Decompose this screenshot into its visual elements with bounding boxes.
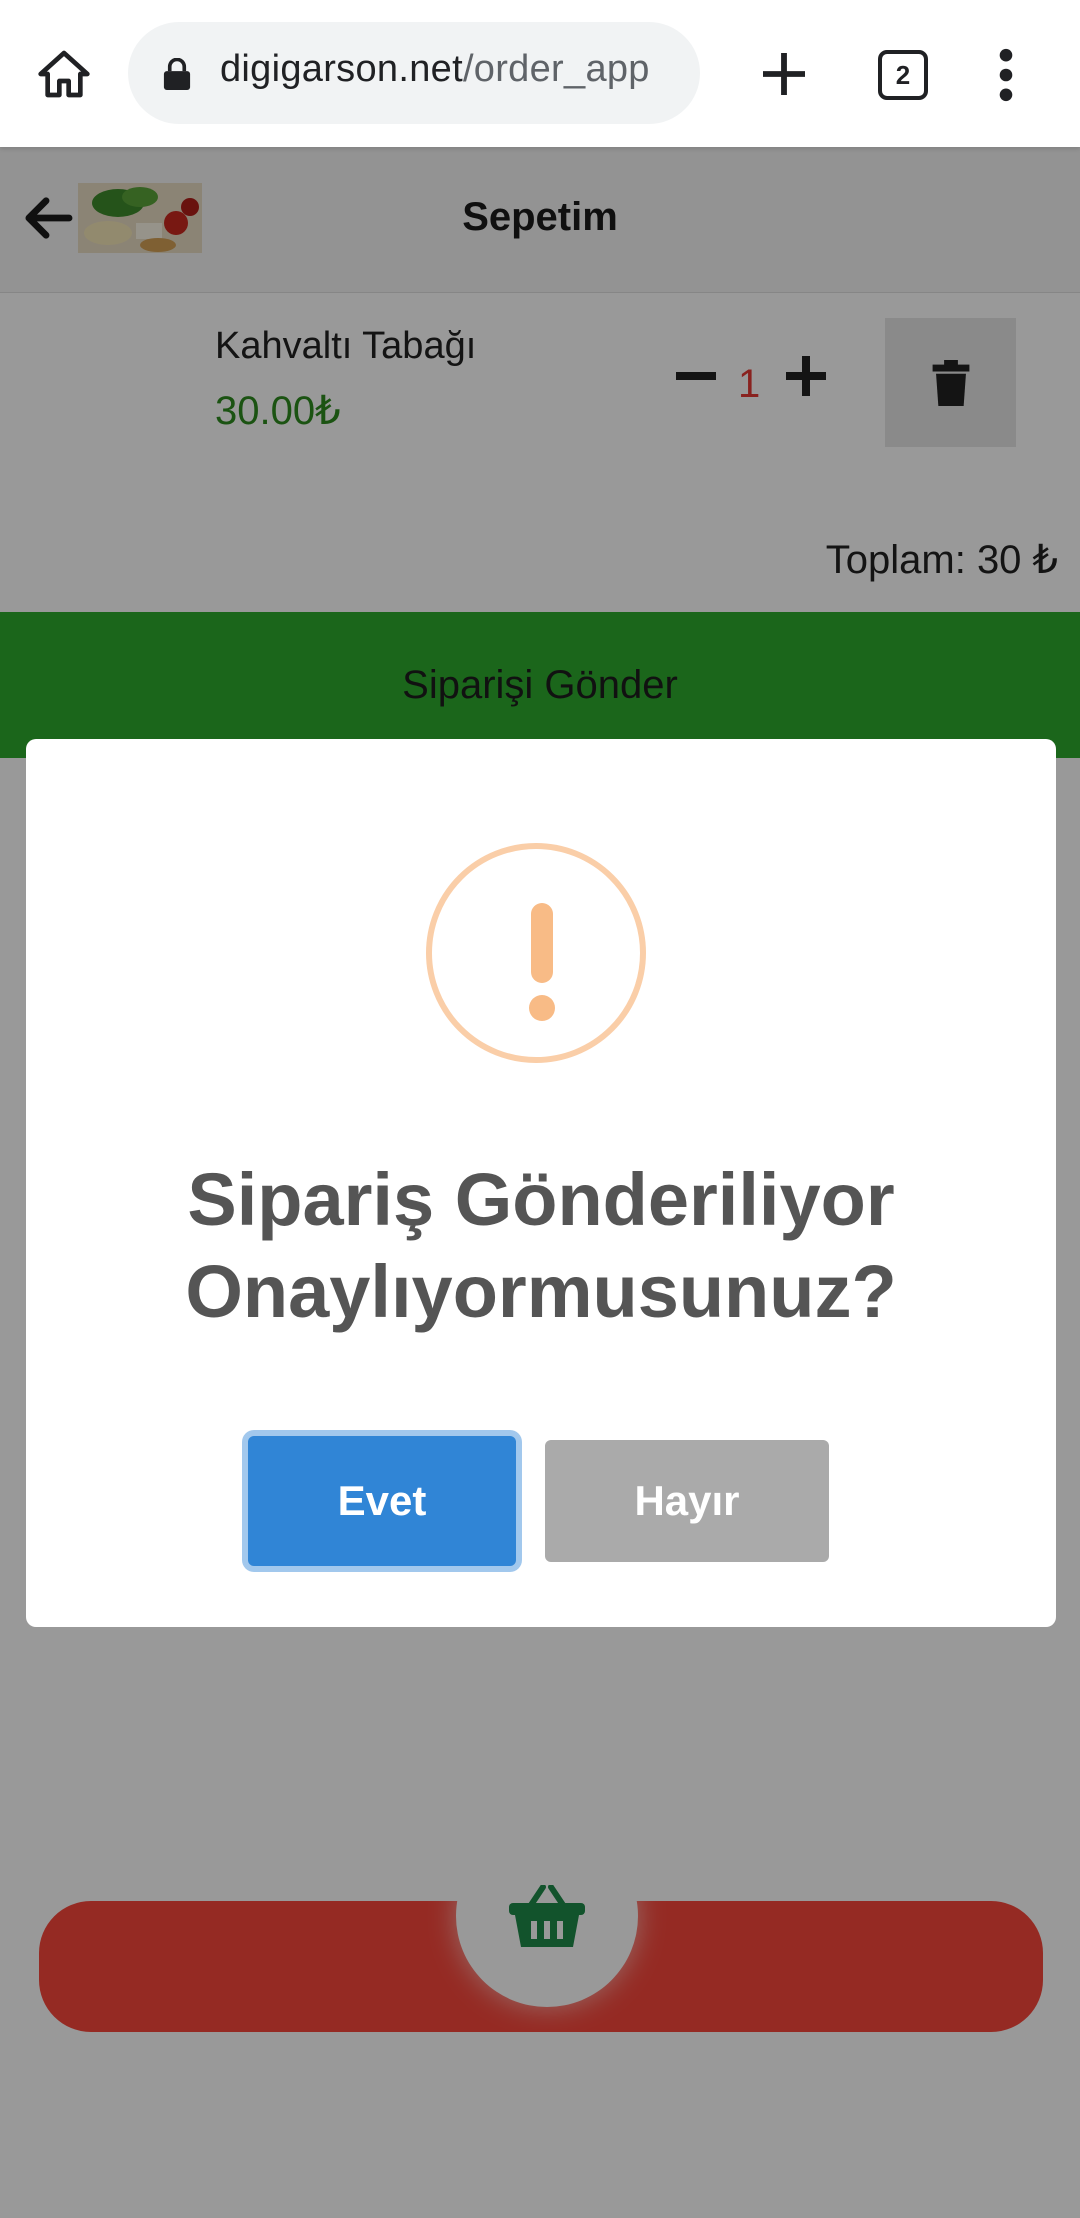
lock-icon <box>163 58 191 90</box>
url-path: /order_app <box>462 48 650 90</box>
dialog-title-line1: Sipariş Gönderiliyor <box>187 1158 895 1241</box>
tab-switcher-button[interactable]: 2 <box>878 50 928 100</box>
dialog-title: Sipariş Gönderiliyor Onaylıyormusunuz? <box>26 1154 1056 1338</box>
home-icon[interactable] <box>36 46 92 102</box>
url-domain: digigarson.net <box>220 48 463 90</box>
confirm-button[interactable]: Evet <box>248 1436 516 1566</box>
dialog-title-line2: Onaylıyormusunuz? <box>185 1250 897 1333</box>
exclamation-icon <box>426 843 646 1063</box>
browser-toolbar: digigarson.net/order_app 2 <box>0 0 1080 147</box>
url-text: digigarson.net/order_app <box>220 48 650 91</box>
confirm-dialog: Sipariş Gönderiliyor Onaylıyormusunuz? E… <box>26 739 1056 1627</box>
more-options-icon[interactable] <box>990 48 1022 102</box>
address-bar[interactable]: digigarson.net/order_app <box>128 22 700 124</box>
cancel-button[interactable]: Hayır <box>545 1440 829 1562</box>
new-tab-icon[interactable] <box>756 46 812 102</box>
